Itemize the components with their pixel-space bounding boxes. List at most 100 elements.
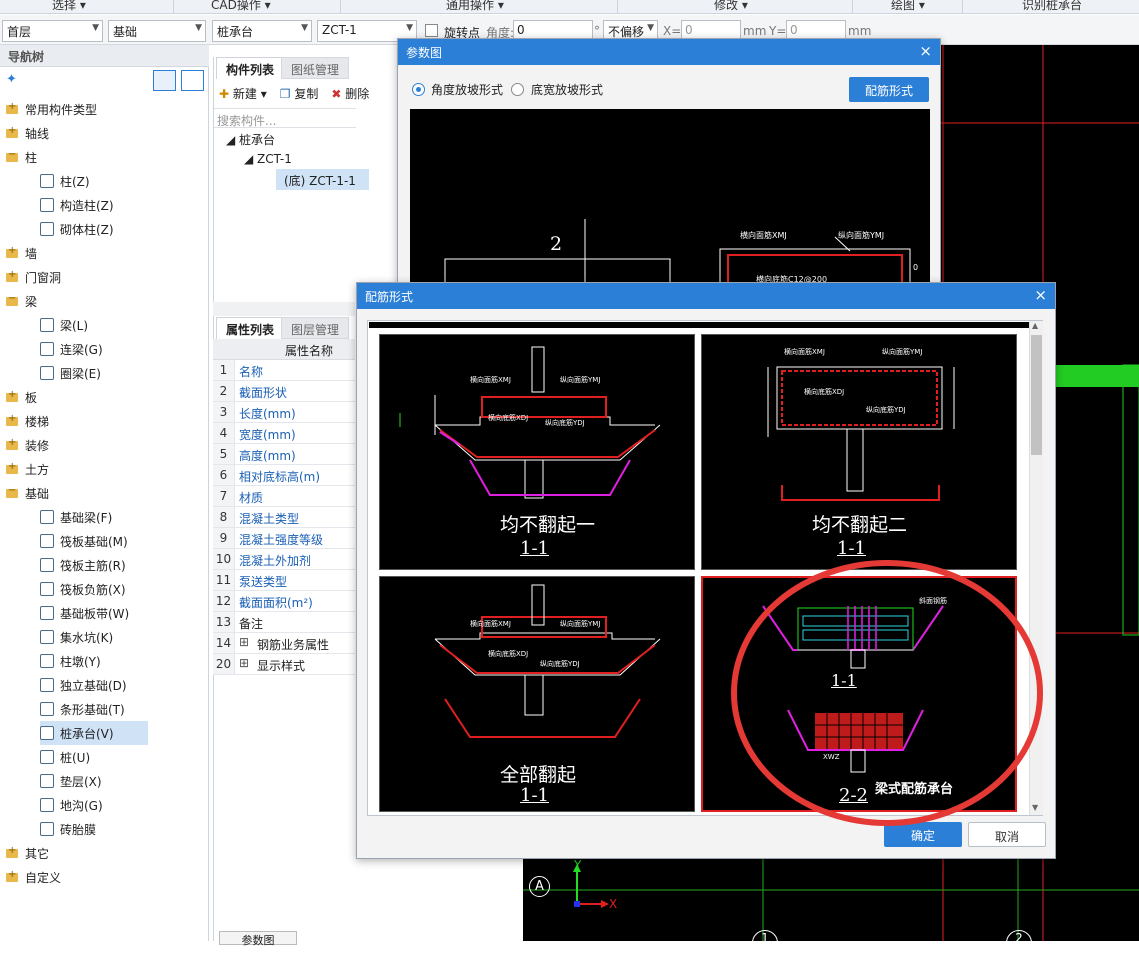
nav-item[interactable]: 连梁(G) xyxy=(40,337,103,361)
delete-button[interactable]: ✖ 删除 xyxy=(331,85,369,102)
chevron-down-icon: ▼ xyxy=(195,23,202,33)
scroll-thumb[interactable] xyxy=(1031,335,1042,455)
list-view-icon[interactable] xyxy=(153,70,176,91)
component-type-icon xyxy=(40,822,54,836)
component-type-icon xyxy=(40,774,54,788)
tree-node-cap[interactable]: ◢ 桩承台 xyxy=(226,131,275,148)
ribbon-draw[interactable]: 绘图 ▾ xyxy=(891,0,925,13)
property-name: 名称 xyxy=(239,365,264,379)
nav-item[interactable]: 轴线 xyxy=(6,121,49,145)
nav-item[interactable]: 集水坑(K) xyxy=(40,625,113,649)
floor-value: 首层 xyxy=(7,25,32,39)
nav-item[interactable]: 砖胎膜 xyxy=(40,817,96,841)
category-select[interactable]: 基础 ▼ xyxy=(108,20,206,42)
property-row[interactable]: 1 名称 xyxy=(213,360,355,381)
ribbon-modify[interactable]: 修改 ▾ xyxy=(714,0,748,13)
nav-item[interactable]: 桩承台(V) xyxy=(40,721,148,745)
option-tile-3[interactable]: 横向面筋XMJ 纵向面筋YMJ 横向底筋XDJ 纵向底筋YDJ 全部翻起 1-1 xyxy=(379,576,695,812)
property-row[interactable]: 6 相对底标高(m) xyxy=(213,465,355,486)
nav-item[interactable]: 常用构件类型 xyxy=(6,97,97,121)
property-row[interactable]: 7 材质 xyxy=(213,486,355,507)
type-select[interactable]: 桩承台 ▼ xyxy=(212,20,312,42)
nav-item[interactable]: 墙 xyxy=(6,241,37,265)
nav-item[interactable]: 筏板负筋(X) xyxy=(40,577,126,601)
nav-item[interactable]: 桩(U) xyxy=(40,745,90,769)
property-row[interactable]: 4 宽度(mm) xyxy=(213,423,355,444)
copy-button[interactable]: ❐ 复制 xyxy=(280,85,319,102)
option-tile-2[interactable]: 横向面筋XMJ 纵向面筋YMJ 横向底筋XDJ 纵向底筋YDJ 均不翻起二 1-… xyxy=(701,334,1017,570)
property-row[interactable]: 3 长度(mm) xyxy=(213,402,355,423)
tab-layer-management[interactable]: 图层管理 xyxy=(281,317,350,339)
nav-item[interactable]: 梁 xyxy=(6,289,37,313)
row-index: 2 xyxy=(213,381,235,401)
close-icon[interactable]: × xyxy=(1034,286,1047,304)
type-value: 桩承台 xyxy=(217,25,254,39)
nav-item[interactable]: 梁(L) xyxy=(40,313,88,337)
component-type-icon xyxy=(40,342,54,356)
nav-item[interactable]: 地沟(G) xyxy=(40,793,103,817)
ribbon-identify[interactable]: 识别桩承台 xyxy=(1022,0,1082,13)
scroll-up-icon[interactable]: ▲ xyxy=(1032,321,1038,330)
sparkle-icon[interactable]: ✦ xyxy=(6,72,17,87)
ribbon-cad[interactable]: CAD操作 ▾ xyxy=(211,0,271,13)
component-type-icon xyxy=(40,726,54,740)
rebar-form-button[interactable]: 配筋形式 xyxy=(849,77,929,102)
property-row[interactable]: 8 混凝土类型 xyxy=(213,507,355,528)
nav-item[interactable]: 筏板主筋(R) xyxy=(40,553,126,577)
property-row[interactable]: 2 截面形状 xyxy=(213,381,355,402)
property-row[interactable]: 20 ⊞ 显示样式 xyxy=(213,654,355,675)
x-label: X= xyxy=(663,24,682,38)
property-row[interactable]: 5 高度(mm) xyxy=(213,444,355,465)
nav-item[interactable]: 砌体柱(Z) xyxy=(40,217,114,241)
property-row[interactable]: 10 混凝土外加剂 xyxy=(213,549,355,570)
tab-component-list[interactable]: 构件列表 xyxy=(216,57,285,79)
tab-property-list[interactable]: 属性列表 xyxy=(216,317,285,339)
nav-item[interactable]: 垫层(X) xyxy=(40,769,102,793)
new-button[interactable]: ✚ 新建 ▾ xyxy=(219,85,267,102)
nav-item[interactable]: 柱 xyxy=(6,145,37,169)
nav-item[interactable]: 楼梯 xyxy=(6,409,49,433)
nav-item[interactable]: 土方 xyxy=(6,457,49,481)
ribbon-general[interactable]: 通用操作 ▾ xyxy=(446,0,504,13)
tree-node-selected[interactable]: (底) ZCT-1-1 xyxy=(276,169,369,190)
nav-item[interactable]: 构造柱(Z) xyxy=(40,193,114,217)
nav-item[interactable]: 板 xyxy=(6,385,37,409)
nav-item[interactable]: 门窗洞 xyxy=(6,265,61,289)
property-row[interactable]: 9 混凝土强度等级 xyxy=(213,528,355,549)
search-input[interactable]: 搜索构件... xyxy=(214,108,356,128)
property-name: 混凝土类型 xyxy=(239,512,300,526)
property-row[interactable]: 11 泵送类型 xyxy=(213,570,355,591)
nav-item-label: 柱墩(Y) xyxy=(60,654,101,669)
property-row[interactable]: 12 截面面积(m²) xyxy=(213,591,355,612)
nav-item[interactable]: 柱(Z) xyxy=(40,169,90,193)
rotate-checkbox[interactable] xyxy=(425,24,438,37)
tree-node-zct[interactable]: ◢ ZCT-1 xyxy=(244,152,292,166)
nav-item[interactable]: 圈梁(E) xyxy=(40,361,101,385)
property-name: 宽度(mm) xyxy=(239,428,296,442)
radio-width-slope[interactable] xyxy=(511,83,524,96)
x-unit: mm xyxy=(743,24,767,38)
nav-item[interactable]: 柱墩(Y) xyxy=(40,649,101,673)
nav-item[interactable]: 自定义 xyxy=(6,865,61,889)
nav-item[interactable]: 装修 xyxy=(6,433,49,457)
grid-view-icon[interactable] xyxy=(181,70,204,91)
tab-param-diagram[interactable]: 参数图 xyxy=(219,931,297,947)
splitter[interactable] xyxy=(213,302,355,316)
floor-select[interactable]: 首层 ▼ xyxy=(2,20,103,42)
ribbon-select[interactable]: 选择 ▾ xyxy=(52,0,86,13)
nav-item[interactable]: 基础梁(F) xyxy=(40,505,112,529)
property-row[interactable]: 14 ⊞ 钢筋业务属性 xyxy=(213,633,355,654)
expand-icon[interactable]: ⊞ xyxy=(239,656,249,670)
expand-icon[interactable]: ⊞ xyxy=(239,635,249,649)
tab-drawing-management[interactable]: 图纸管理 xyxy=(281,57,350,79)
nav-item[interactable]: 独立基础(D) xyxy=(40,673,127,697)
nav-item[interactable]: 筏板基础(M) xyxy=(40,529,128,553)
nav-item[interactable]: 基础板带(W) xyxy=(40,601,129,625)
close-icon[interactable]: × xyxy=(919,42,932,60)
nav-item[interactable]: 基础 xyxy=(6,481,49,505)
nav-item[interactable]: 条形基础(T) xyxy=(40,697,125,721)
option-tile-1[interactable]: 横向面筋XMJ 纵向面筋YMJ 横向底筋XDJ 纵向底筋YDJ 均不翻起一 1-… xyxy=(379,334,695,570)
nav-item[interactable]: 其它 xyxy=(6,841,49,865)
property-row[interactable]: 13 备注 xyxy=(213,612,355,633)
radio-angle-slope[interactable] xyxy=(412,83,425,96)
